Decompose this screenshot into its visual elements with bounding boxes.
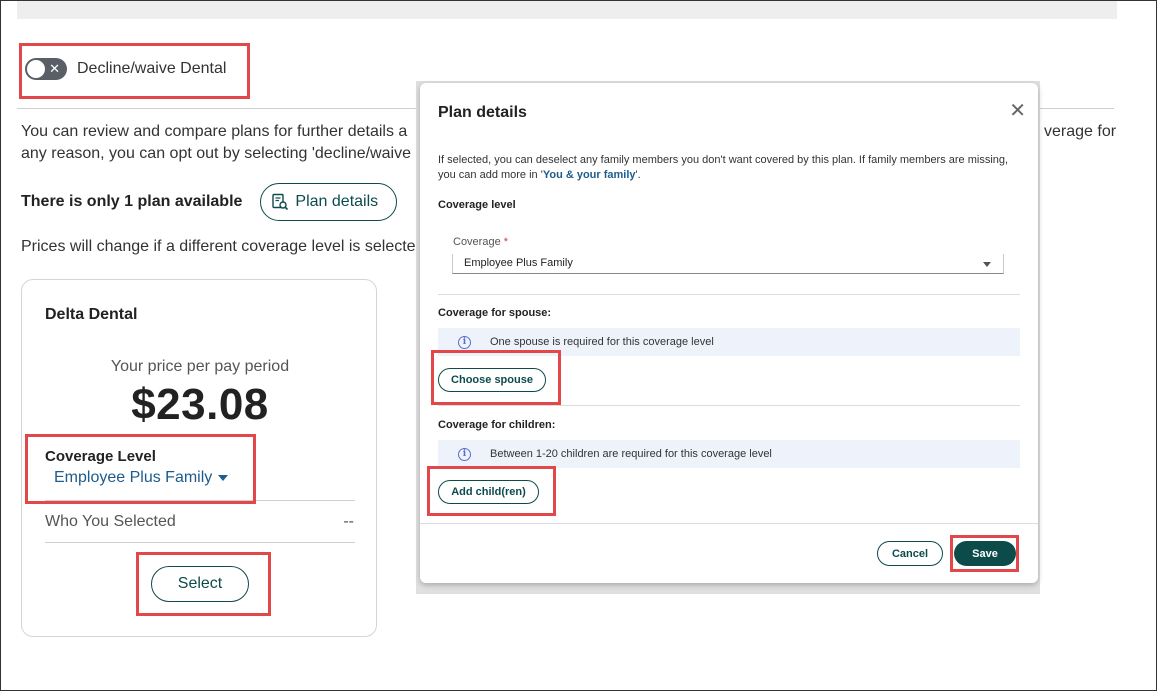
plan-count-row: There is only 1 plan available Plan deta… (21, 183, 398, 221)
intro-line-1-right: verage for (1044, 123, 1117, 140)
plan-details-icon (272, 193, 289, 211)
children-heading: Coverage for children: (438, 419, 556, 431)
coverage-field-label: Coverage * (453, 236, 508, 248)
desc-text-2: '. (635, 169, 641, 181)
modal-footer-divider (420, 523, 1038, 524)
plan-details-modal: Plan details ✕ If selected, you can dese… (420, 83, 1038, 583)
info-icon: i (458, 335, 471, 349)
plan-details-label: Plan details (295, 193, 379, 210)
plan-details-button[interactable]: Plan details (260, 183, 398, 221)
prices-note: Prices will change if a different covera… (21, 238, 416, 255)
desc-text-1: If selected, you can deselect any family… (438, 154, 1009, 181)
toggle-knob (27, 60, 45, 78)
children-info-text: Between 1-20 children are required for t… (490, 448, 772, 460)
decline-toggle[interactable]: ✕ (25, 58, 67, 80)
coverage-level-dropdown[interactable]: Employee Plus Family (54, 469, 229, 487)
modal-divider (438, 294, 1020, 295)
card-divider (45, 542, 355, 543)
modal-description: If selected, you can deselect any family… (438, 153, 1028, 183)
select-arrow-icon (983, 262, 991, 267)
spouse-info-text: One spouse is required for this coverage… (490, 336, 714, 348)
toggle-x-icon: ✕ (49, 61, 60, 76)
plan-card-title: Delta Dental (45, 306, 138, 323)
price-value: $23.08 (131, 380, 269, 429)
children-info-box: i Between 1-20 children are required for… (438, 440, 1020, 468)
card-divider (45, 500, 355, 501)
close-icon[interactable]: ✕ (1009, 101, 1026, 121)
plan-card: Delta Dental Your price per pay period $… (21, 279, 377, 637)
decline-toggle-label: Decline/waive Dental (77, 60, 227, 77)
coverage-level-heading: Coverage level (438, 199, 516, 211)
spouse-heading: Coverage for spouse: (438, 307, 552, 319)
coverage-level-label: Coverage Level (45, 448, 156, 465)
coverage-level-value: Employee Plus Family (54, 469, 213, 486)
coverage-field-label-text: Coverage (453, 236, 501, 248)
add-children-button[interactable]: Add child(ren) (438, 480, 539, 504)
modal-divider (438, 405, 1020, 406)
who-selected-value: -- (343, 513, 354, 530)
caret-down-icon (218, 475, 229, 481)
decline-toggle-row: ✕ Decline/waive Dental (25, 58, 226, 80)
who-selected-label: Who You Selected (45, 513, 176, 530)
plan-count: There is only 1 plan available (21, 193, 243, 210)
coverage-select-value: Employee Plus Family (464, 257, 573, 269)
required-marker: * (503, 236, 509, 248)
top-bar (17, 1, 1117, 19)
info-icon: i (458, 447, 471, 461)
price-label: Your price per pay period (110, 358, 290, 375)
spouse-info-box: i One spouse is required for this covera… (438, 328, 1020, 356)
select-button[interactable]: Select (151, 566, 249, 602)
save-button[interactable]: Save (954, 541, 1016, 566)
choose-spouse-button[interactable]: Choose spouse (438, 368, 546, 392)
cancel-button[interactable]: Cancel (877, 541, 943, 566)
page-frame: ✕ Decline/waive Dental You can review an… (0, 0, 1157, 691)
you-and-family-link[interactable]: You & your family (543, 169, 636, 181)
modal-title: Plan details (438, 104, 527, 121)
coverage-select[interactable]: Employee Plus Family (452, 254, 1004, 274)
